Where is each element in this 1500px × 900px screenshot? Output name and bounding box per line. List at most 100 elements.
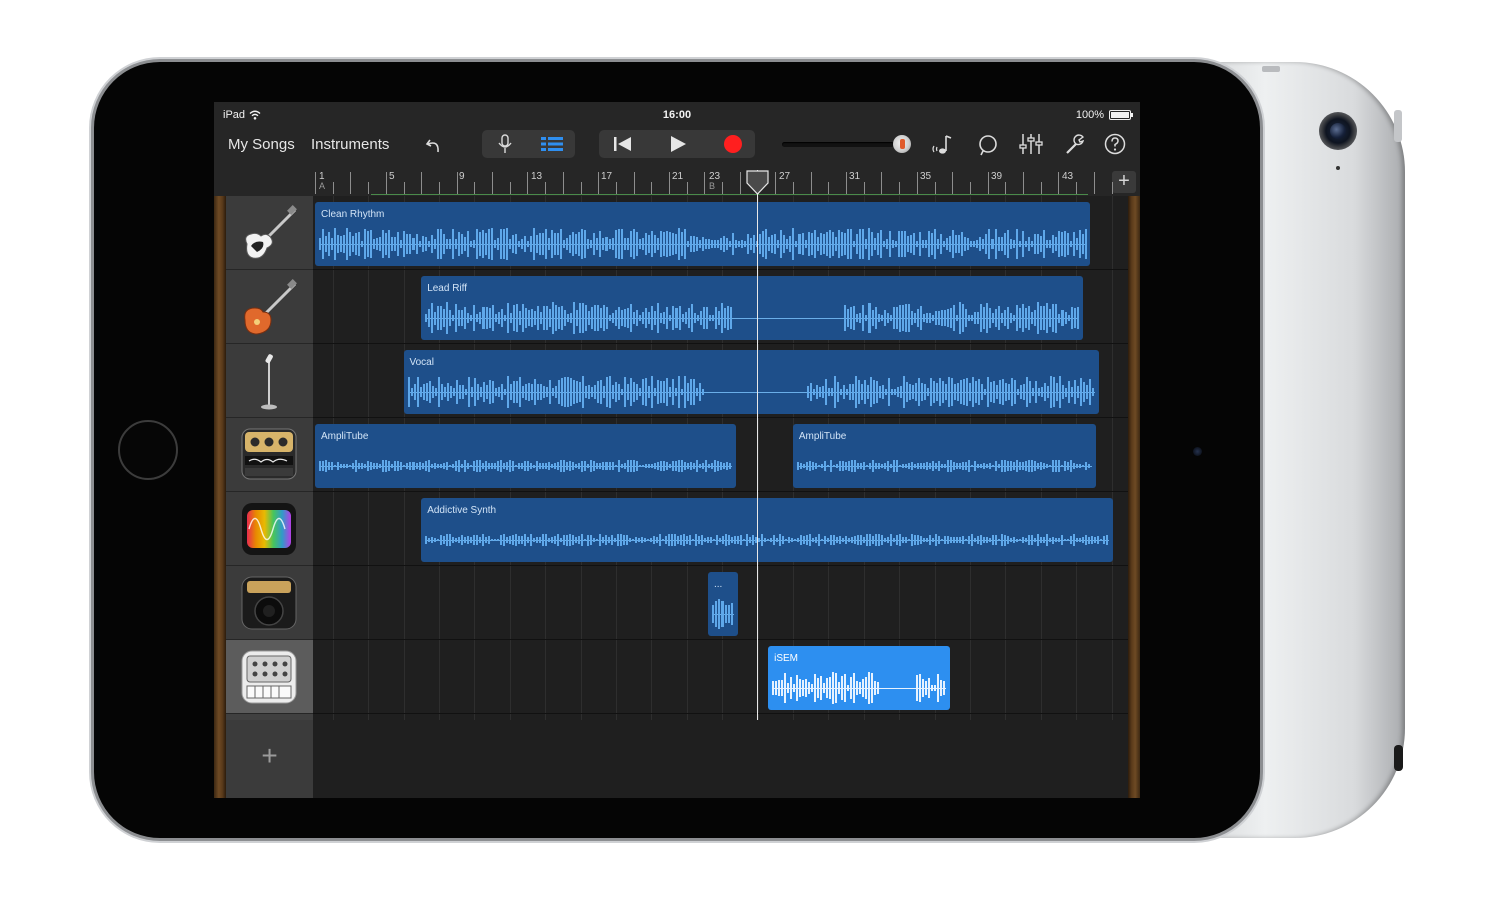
front-camera-icon bbox=[1193, 447, 1202, 456]
ruler-label: 39 bbox=[991, 171, 1003, 182]
home-button[interactable] bbox=[118, 420, 178, 480]
ruler-tick bbox=[792, 182, 794, 194]
ruler-label: 5 bbox=[389, 171, 395, 182]
mute-switch bbox=[1394, 745, 1403, 771]
record-icon[interactable] bbox=[724, 135, 742, 153]
bar-ruler[interactable]: 1 A 5 9 13 17 21 23 B 27 31 35 39 43 + bbox=[313, 170, 1140, 196]
go-to-start-icon[interactable] bbox=[613, 136, 633, 152]
master-volume-knob[interactable] bbox=[893, 135, 911, 153]
audio-region[interactable]: Addictive Synth bbox=[421, 498, 1114, 562]
ruler-tick bbox=[881, 172, 883, 194]
track-header-amp[interactable] bbox=[226, 566, 313, 640]
amp-icon bbox=[241, 576, 297, 630]
add-section-button[interactable]: + bbox=[1112, 171, 1136, 193]
waveform bbox=[319, 226, 1087, 262]
ruler-tick bbox=[669, 172, 670, 194]
ruler-label: 43 bbox=[1062, 171, 1074, 182]
ruler-label: 13 bbox=[531, 171, 543, 182]
ruler-tick bbox=[934, 182, 936, 194]
ruler-tick bbox=[1093, 172, 1095, 194]
track-header-lead-riff[interactable] bbox=[226, 270, 313, 344]
master-volume-slider[interactable] bbox=[782, 142, 894, 147]
waveform bbox=[772, 670, 947, 706]
add-track-button[interactable]: + bbox=[226, 720, 313, 798]
wood-panel-right bbox=[1128, 196, 1140, 798]
status-time: 16:00 bbox=[662, 109, 692, 121]
metronome-icon[interactable] bbox=[931, 134, 953, 156]
rear-camera-icon bbox=[1319, 112, 1357, 150]
tracks-area[interactable]: Clean Rhythm Lead Riff Vocal AmpliTube Ampli… bbox=[313, 196, 1128, 798]
ruler-tick bbox=[952, 172, 954, 194]
audio-region[interactable]: Vocal bbox=[403, 350, 1100, 414]
ruler-tick bbox=[403, 182, 405, 194]
audio-region[interactable]: AmpliTube bbox=[315, 424, 737, 488]
ruler-tick bbox=[527, 172, 529, 194]
tracks-view-icon[interactable] bbox=[541, 136, 563, 152]
track-header-vocal[interactable] bbox=[226, 344, 313, 418]
ruler-tick bbox=[598, 172, 600, 194]
ruler-tick bbox=[969, 182, 971, 194]
waveform bbox=[796, 448, 1092, 484]
audio-region[interactable]: iSEM bbox=[768, 646, 951, 710]
track-lane[interactable] bbox=[313, 640, 1128, 714]
status-bar: iPad 16:00 100% bbox=[214, 102, 1140, 126]
track-header-addictive-synth[interactable] bbox=[226, 492, 313, 566]
addictive-synth-icon bbox=[242, 503, 296, 555]
ruler-tick bbox=[474, 182, 476, 194]
ruler-tick bbox=[509, 182, 511, 194]
help-icon[interactable] bbox=[1104, 133, 1126, 155]
ruler-tick bbox=[633, 172, 635, 194]
microphone-icon[interactable] bbox=[497, 134, 513, 154]
region-name: iSEM bbox=[774, 653, 799, 664]
section-marker: A bbox=[319, 181, 326, 191]
audio-region[interactable]: Lead Riff bbox=[421, 276, 1084, 340]
microphone-dot bbox=[1336, 166, 1340, 170]
ruler-tick bbox=[1076, 182, 1078, 194]
sleep-button bbox=[1262, 66, 1280, 72]
waveform bbox=[425, 300, 1080, 336]
ruler-tick bbox=[987, 172, 989, 194]
play-icon[interactable] bbox=[669, 135, 687, 153]
ruler-tick bbox=[492, 172, 493, 194]
electric-guitar-icon bbox=[245, 205, 297, 259]
transport-group bbox=[599, 130, 755, 158]
waveform bbox=[711, 596, 735, 632]
les-paul-guitar-icon bbox=[244, 279, 297, 335]
ruler-tick bbox=[775, 172, 777, 194]
playhead-line[interactable] bbox=[757, 170, 758, 720]
instruments-button[interactable]: Instruments bbox=[311, 136, 389, 153]
ruler-tick bbox=[615, 182, 617, 194]
ruler-tick bbox=[1040, 182, 1042, 194]
undo-icon[interactable] bbox=[424, 135, 444, 155]
microphone-stand-icon bbox=[261, 354, 277, 410]
ruler-label: 9 bbox=[459, 171, 465, 182]
track-header-clean-rhythm[interactable] bbox=[226, 196, 313, 270]
loop-icon[interactable] bbox=[977, 134, 999, 156]
ruler-tick bbox=[421, 172, 423, 194]
region-name: AmpliTube bbox=[798, 431, 847, 442]
status-right: 100% bbox=[1076, 109, 1133, 121]
control-bar: My Songs Instruments bbox=[214, 126, 1140, 170]
ruler-tick bbox=[863, 182, 865, 194]
audio-region[interactable]: ... bbox=[707, 572, 739, 636]
region-name: Clean Rhythm bbox=[321, 209, 385, 220]
settings-icon[interactable] bbox=[1064, 133, 1086, 155]
track-header-isem[interactable] bbox=[226, 640, 313, 714]
ruler-tick bbox=[385, 172, 387, 194]
region-name: Addictive Synth bbox=[427, 505, 497, 516]
waveform bbox=[319, 448, 733, 484]
view-toggle-group bbox=[482, 130, 575, 158]
ruler-label: 35 bbox=[920, 171, 932, 182]
playhead-handle[interactable] bbox=[745, 170, 770, 195]
ruler-label: 27 bbox=[779, 171, 791, 182]
audio-region[interactable]: AmpliTube bbox=[792, 424, 1096, 488]
mixer-icon[interactable] bbox=[1019, 133, 1043, 155]
my-songs-button[interactable]: My Songs bbox=[228, 136, 295, 153]
waveform bbox=[407, 374, 1096, 410]
ruler-tick bbox=[916, 172, 918, 194]
audio-region[interactable]: Clean Rhythm bbox=[315, 202, 1091, 266]
region-name: AmpliTube bbox=[321, 431, 369, 442]
track-header-amplitube[interactable] bbox=[226, 418, 313, 492]
volume-button bbox=[1394, 110, 1402, 142]
ruler-tick bbox=[332, 182, 334, 194]
